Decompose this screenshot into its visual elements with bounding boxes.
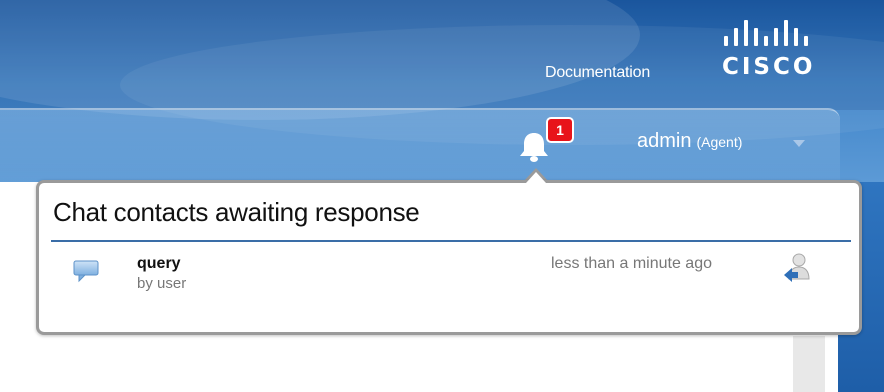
popup-title: Chat contacts awaiting response bbox=[53, 197, 420, 227]
popup-divider bbox=[51, 240, 851, 242]
notification-count-badge[interactable]: 1 bbox=[546, 117, 574, 143]
chevron-down-icon[interactable] bbox=[793, 140, 805, 147]
user-role: (Agent) bbox=[696, 134, 743, 150]
cisco-logo: CISCO bbox=[722, 20, 842, 90]
contact-time: less than a minute ago bbox=[551, 255, 712, 272]
accept-contact-icon[interactable] bbox=[780, 251, 814, 285]
user-name: admin bbox=[637, 130, 692, 152]
documentation-link[interactable]: Documentation bbox=[545, 64, 650, 82]
chat-notification-popup: Chat contacts awaiting response query by… bbox=[36, 180, 862, 335]
user-menu[interactable]: admin (Agent) bbox=[637, 130, 742, 153]
scrollbar-track[interactable] bbox=[793, 336, 825, 392]
chat-bubble-icon bbox=[73, 260, 99, 283]
popup-pointer-inner bbox=[526, 172, 546, 183]
app-header: Documentation CISCO bbox=[0, 0, 884, 182]
contact-list-item[interactable]: query by user less than a minute ago bbox=[51, 245, 851, 305]
cisco-logo-text: CISCO bbox=[722, 54, 816, 80]
cisco-logo-bars-icon bbox=[722, 20, 842, 46]
contact-by: by user bbox=[137, 275, 187, 292]
contact-name: query bbox=[137, 255, 181, 272]
